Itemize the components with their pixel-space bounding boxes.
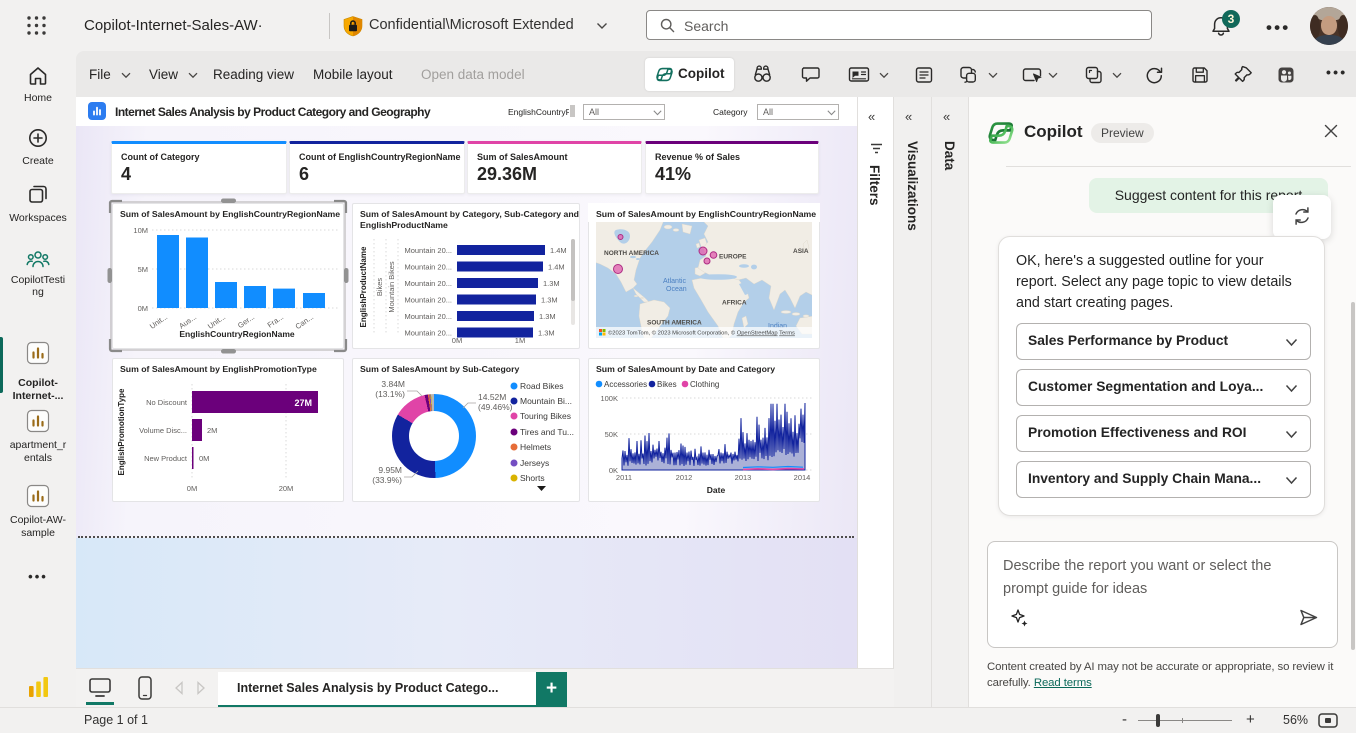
svg-text:SOUTH AMERICA: SOUTH AMERICA — [647, 320, 702, 327]
svg-text:Mountain 20...: Mountain 20... — [404, 329, 452, 338]
svg-text:2M: 2M — [207, 426, 217, 435]
svg-text:EnglishPromotionType: EnglishPromotionType — [117, 388, 126, 476]
svg-text:0M: 0M — [452, 336, 462, 345]
svg-text:Mountain Bi...: Mountain Bi... — [520, 396, 572, 406]
svg-text:14.52M: 14.52M — [478, 392, 506, 402]
svg-text:Shorts: Shorts — [520, 473, 545, 483]
svg-text:Mountain Bikes: Mountain Bikes — [387, 261, 396, 313]
svg-text:0M: 0M — [199, 454, 209, 463]
svg-text:1.4M: 1.4M — [548, 263, 565, 272]
svg-text:Jerseys: Jerseys — [520, 458, 549, 468]
svg-text:(13.1%): (13.1%) — [375, 389, 405, 399]
svg-text:NORTH AMERICA: NORTH AMERICA — [604, 250, 659, 257]
svg-text:50K: 50K — [605, 430, 618, 439]
svg-text:2011: 2011 — [616, 473, 632, 482]
svg-text:AFRICA: AFRICA — [722, 300, 747, 307]
svg-text:27M: 27M — [294, 398, 312, 408]
svg-text:Sum of SalesAmount by Date and: Sum of SalesAmount by Date and Category — [596, 364, 775, 374]
svg-text:20M: 20M — [279, 484, 294, 493]
svg-text:Clothing: Clothing — [690, 380, 719, 389]
svg-text:2014: 2014 — [794, 473, 811, 482]
svg-text:©2023 TomTom, © 2023 Microsoft: ©2023 TomTom, © 2023 Microsoft Corporati… — [608, 330, 795, 337]
svg-text:Atlantic: Atlantic — [663, 278, 686, 285]
svg-text:ASIA: ASIA — [793, 248, 809, 255]
svg-text:1.3M: 1.3M — [538, 329, 555, 338]
svg-text:0M: 0M — [187, 484, 197, 493]
svg-text:Touring Bikes: Touring Bikes — [520, 411, 571, 421]
svg-text:100K: 100K — [600, 394, 618, 403]
svg-text:EnglishProductName: EnglishProductName — [360, 220, 448, 230]
svg-text:Accessories: Accessories — [604, 380, 647, 389]
svg-text:(49.46%): (49.46%) — [478, 402, 513, 412]
svg-text:Volume Disc...: Volume Disc... — [139, 426, 187, 435]
svg-text:Sum of SalesAmount by Sub-Cate: Sum of SalesAmount by Sub-Category — [360, 364, 519, 374]
svg-text:Mountain 20...: Mountain 20... — [404, 246, 452, 255]
svg-text:Bikes: Bikes — [657, 380, 677, 389]
svg-text:1.3M: 1.3M — [541, 296, 558, 305]
svg-text:Mountain 20...: Mountain 20... — [404, 279, 452, 288]
svg-text:Road Bikes: Road Bikes — [520, 381, 563, 391]
svg-text:No Discount: No Discount — [146, 398, 188, 407]
svg-text:Mountain 20...: Mountain 20... — [404, 312, 452, 321]
svg-text:9.95M: 9.95M — [378, 465, 402, 475]
svg-text:Helmets: Helmets — [520, 442, 551, 452]
svg-text:Sum of SalesAmount by Category: Sum of SalesAmount by Category, Sub-Cate… — [360, 209, 579, 219]
svg-text:2013: 2013 — [735, 473, 752, 482]
svg-text:Tires and Tu...: Tires and Tu... — [520, 427, 574, 437]
svg-text:3.84M: 3.84M — [381, 379, 405, 389]
svg-text:1.3M: 1.3M — [543, 279, 560, 288]
svg-text:1.3M: 1.3M — [539, 312, 556, 321]
svg-text:2012: 2012 — [676, 473, 693, 482]
svg-text:1M: 1M — [515, 336, 525, 345]
svg-text:Sum of SalesAmount by EnglishP: Sum of SalesAmount by EnglishPromotionTy… — [120, 364, 317, 374]
svg-text:Mountain 20...: Mountain 20... — [404, 263, 452, 272]
svg-text:(33.9%): (33.9%) — [372, 475, 402, 485]
svg-text:New Product: New Product — [144, 454, 188, 463]
svg-text:Ocean: Ocean — [666, 286, 687, 293]
svg-text:1.4M: 1.4M — [550, 246, 567, 255]
svg-text:EnglishProductName: EnglishProductName — [359, 246, 368, 327]
svg-text:EUROPE: EUROPE — [719, 254, 747, 261]
svg-text:Date: Date — [707, 485, 726, 495]
svg-text:Bikes: Bikes — [375, 278, 384, 297]
svg-text:Mountain 20...: Mountain 20... — [404, 296, 452, 305]
